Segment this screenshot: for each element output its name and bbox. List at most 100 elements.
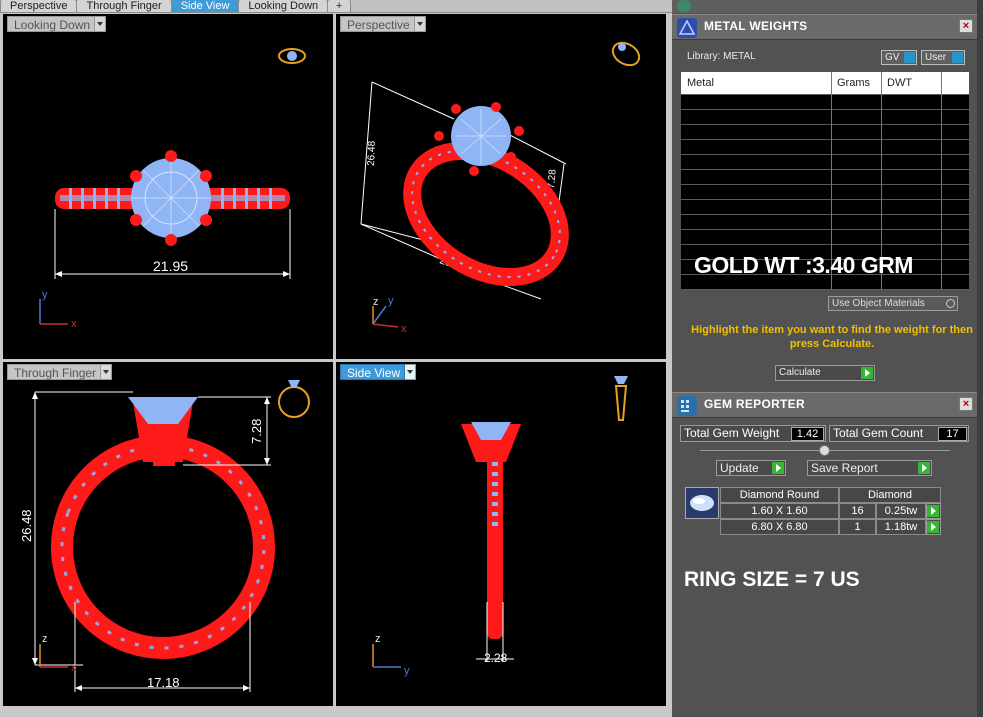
use-object-materials-toggle[interactable]: Use Object Materials: [828, 296, 958, 311]
viewport-label-side-view[interactable]: Side View: [340, 364, 417, 380]
through-finger-scene: 26.48 7.28 17.18 z x: [19, 380, 310, 692]
axis-z-label: z: [373, 296, 379, 308]
height-dimension-label: 26.48: [366, 140, 378, 166]
axis-x-label: x: [71, 662, 77, 674]
gem-reporter-icon: [677, 396, 697, 416]
save-report-button[interactable]: Save Report: [807, 460, 932, 476]
rhino-window: Perspective Through Finger Side View Loo…: [0, 0, 983, 717]
gem-row-size: 1.60 X 1.60: [720, 503, 839, 519]
ring-thumbnail-icon: [278, 380, 310, 418]
total-gem-count-label: Total Gem Count: [833, 426, 924, 440]
gv-label: GV: [885, 52, 900, 63]
width-dimension-label: 21.95: [153, 258, 188, 274]
axis-y-label: y: [388, 295, 394, 307]
ring-thumbnail-icon: [614, 376, 628, 421]
ring-thumbnail-icon: [611, 41, 641, 67]
gv-button[interactable]: GV: [881, 50, 917, 65]
panel-icon: [677, 0, 691, 12]
diamond-round-icon: [685, 487, 719, 519]
ring-size-overlay: RING SIZE = 7 US: [684, 568, 860, 591]
width-dimension-label: 17.18: [147, 675, 180, 690]
gem-row-go-button[interactable]: [926, 519, 941, 535]
gem-table-header-shape: Diamond Round: [720, 487, 839, 503]
calculate-button[interactable]: Calculate: [775, 365, 875, 381]
top-dimension-label: 7.28: [249, 419, 264, 444]
radio-icon: [946, 299, 955, 308]
play-icon: [772, 462, 784, 474]
chevron-down-icon[interactable]: [101, 364, 113, 380]
total-gem-count-box: Total Gem Count 17: [829, 425, 969, 442]
gem-row-count: 1: [839, 519, 876, 535]
side-view-scene: 2.28 z y: [372, 376, 628, 677]
play-icon: [927, 505, 939, 517]
ring-thumbnail-icon: [278, 48, 306, 64]
viewport-through-finger[interactable]: 26.48 7.28 17.18 z x Through Finger: [3, 362, 333, 706]
gem-row-size: 6.80 X 6.80: [720, 519, 839, 535]
gem-table-header-type: Diamond: [839, 487, 941, 503]
tab-side-view[interactable]: Side View: [170, 0, 240, 12]
metal-weights-table[interactable]: Metal Grams DWT GOLD WT :3.40 GRM: [681, 72, 969, 290]
column-header-dwt: DWT: [887, 77, 913, 89]
viewport-looking-down[interactable]: 21.95 y x Looking Down: [3, 14, 333, 359]
column-divider: [941, 72, 942, 290]
viewport-label-text: Looking Down: [7, 16, 96, 32]
viewport-side-view[interactable]: 2.28 z y Side View: [336, 362, 666, 706]
play-icon: [861, 367, 873, 379]
close-icon[interactable]: ×: [959, 19, 973, 33]
add-viewport-tab-button[interactable]: +: [327, 0, 352, 12]
column-header-metal: Metal: [687, 77, 714, 89]
ring-perspective: [403, 102, 569, 287]
viewport-label-perspective[interactable]: Perspective: [340, 16, 426, 32]
gv-toggle-icon: [904, 52, 915, 63]
viewport-tab-strip: Perspective Through Finger Side View Loo…: [0, 0, 672, 13]
close-icon[interactable]: ×: [959, 397, 973, 411]
axis-gizmo: z x: [39, 633, 77, 674]
play-icon: [927, 521, 939, 533]
perspective-scene: 26.48 7.28 21.95 z y x: [360, 41, 641, 335]
viewport-label-through-finger[interactable]: Through Finger: [7, 364, 113, 380]
axis-gizmo: z y x: [372, 295, 407, 335]
looking-down-scene: 21.95 y x: [39, 48, 306, 330]
gem-reporter-title: GEM REPORTER: [704, 397, 805, 411]
chevron-down-icon[interactable]: [414, 16, 426, 32]
panel-top-strip: [672, 0, 977, 13]
viewport-label-looking-down[interactable]: Looking Down: [7, 16, 107, 32]
axis-gizmo: y x: [39, 289, 77, 330]
tab-perspective[interactable]: Perspective: [0, 0, 78, 12]
tab-looking-down[interactable]: Looking Down: [238, 0, 329, 12]
gem-row-go-button[interactable]: [926, 503, 941, 519]
panel-scrollbar[interactable]: [977, 0, 983, 717]
axis-z-label: z: [42, 633, 48, 645]
total-gem-weight-label: Total Gem Weight: [684, 426, 780, 440]
library-label: Library: METAL: [687, 51, 756, 62]
slider-handle[interactable]: [819, 445, 830, 456]
chevron-down-icon[interactable]: [95, 16, 107, 32]
axis-x-label: x: [401, 323, 407, 335]
axis-gizmo: z y: [372, 633, 410, 677]
user-toggle-icon: [952, 52, 963, 63]
width-dimension-label: 2.28: [484, 651, 508, 665]
ring-side-view: [461, 422, 521, 639]
axis-y-label: y: [404, 665, 410, 677]
column-header-grams: Grams: [837, 77, 870, 89]
gold-weight-overlay: GOLD WT :3.40 GRM: [694, 252, 913, 278]
metal-weights-header: METAL WEIGHTS ×: [672, 14, 977, 40]
play-icon: [918, 462, 930, 474]
tab-through-finger[interactable]: Through Finger: [76, 0, 172, 12]
axis-x-label: x: [71, 318, 77, 330]
calculate-hint: Highlight the item you want to find the …: [691, 324, 973, 350]
viewport-label-text: Side View: [340, 364, 406, 380]
total-gem-weight-value: 1.42: [791, 427, 824, 441]
right-panel: METAL WEIGHTS × Library: METAL GV User M…: [672, 0, 983, 717]
axis-z-label: z: [375, 633, 381, 645]
save-report-label: Save Report: [811, 461, 878, 475]
viewport-perspective[interactable]: 26.48 7.28 21.95 z y x Perspective: [336, 14, 666, 359]
user-label: User: [925, 52, 947, 63]
viewport-label-text: Through Finger: [7, 364, 102, 380]
total-gem-weight-box: Total Gem Weight 1.42: [680, 425, 826, 442]
update-label: Update: [720, 461, 759, 475]
update-button[interactable]: Update: [716, 460, 786, 476]
chevron-down-icon[interactable]: [405, 364, 417, 380]
calculate-label: Calculate: [779, 367, 821, 378]
user-button[interactable]: User: [921, 50, 965, 65]
